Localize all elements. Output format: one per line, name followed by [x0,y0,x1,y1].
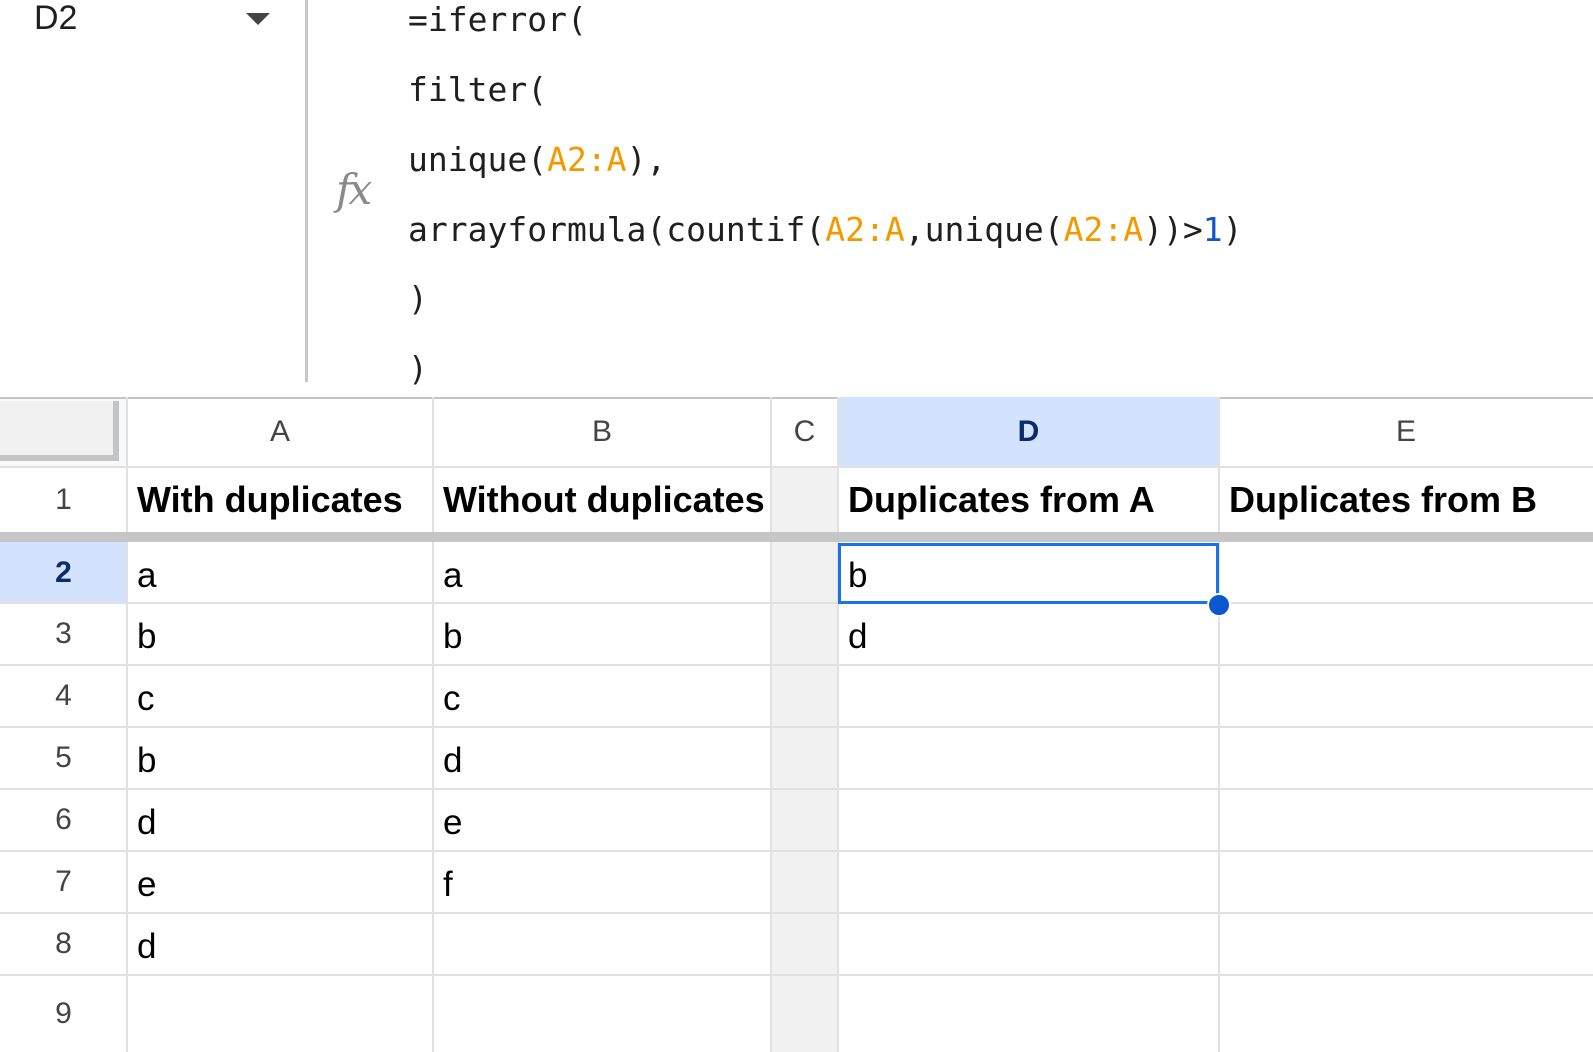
formula-token: filter( [408,70,548,109]
formula-token: =iferror( [408,0,587,39]
column-header-d[interactable]: D [838,397,1219,467]
formula-token: A2:A [547,140,627,179]
column-header-b[interactable]: B [433,397,771,467]
formula-token: A2:A [1063,210,1144,249]
row-header-2[interactable]: 2 [0,542,127,603]
row-header-1[interactable]: 1 [0,467,127,532]
cell-b2[interactable]: a [443,542,843,603]
row-header-4[interactable]: 4 [0,665,127,727]
row-header-6[interactable]: 6 [0,789,127,851]
formula-bar-divider [305,0,308,382]
formula-line: unique(A2:A), [408,140,666,180]
formula-token: ,unique( [904,210,1064,249]
active-cell-border [838,543,1219,604]
sheet-grid[interactable]: ABCDE 123456789 With duplicates Without d… [0,397,1593,1052]
header-cell-e[interactable]: Duplicates from B [1229,467,1593,532]
header-cell-b[interactable]: Without duplicates [443,467,843,532]
formula-token: 1 [1202,210,1223,249]
formula-token: ))> [1143,210,1203,249]
formula-token: A2:A [825,210,905,249]
select-all-corner[interactable] [0,397,127,467]
row-header-7[interactable]: 7 [0,851,127,913]
grid-column-line [126,397,128,1052]
formula-token: ) [408,349,428,388]
formula-line: arrayformula(countif(A2:A,unique(A2:A))>… [408,210,1243,250]
cell-b6[interactable]: e [443,789,843,851]
row-header-9[interactable]: 9 [0,975,127,1052]
formula-line: ) [408,279,428,319]
name-box[interactable]: D2 [0,0,306,382]
formula-token: ) [408,279,428,318]
frozen-row-divider[interactable] [0,532,1593,542]
fill-handle[interactable] [1207,593,1231,617]
formula-token: arrayformula(countif( [408,210,826,249]
formula-token: ), [626,140,667,179]
cell-b5[interactable]: d [443,727,843,789]
row-header-8[interactable]: 8 [0,913,127,975]
name-box-value[interactable]: D2 [34,0,77,36]
cell-a8[interactable]: d [137,913,537,975]
column-header-e[interactable]: E [1219,397,1593,467]
formula-token: ) [1222,210,1243,249]
row-header-5[interactable]: 5 [0,727,127,789]
column-header-a[interactable]: A [127,397,433,467]
formula-line: ) [408,349,428,389]
formula-token: unique( [408,140,548,179]
cell-b4[interactable]: c [443,665,843,727]
formula-line: =iferror( [408,0,587,40]
cell-b3[interactable]: b [443,603,843,665]
header-cell-d[interactable]: Duplicates from A [848,467,1219,532]
formula-line: filter( [408,70,547,110]
fx-icon: fx [336,165,372,214]
column-header-c[interactable]: C [771,397,838,467]
name-box-dropdown-icon[interactable] [246,13,270,25]
cell-b7[interactable]: f [443,851,843,913]
cell-d3[interactable]: d [848,603,1219,665]
row-header-3[interactable]: 3 [0,603,127,665]
